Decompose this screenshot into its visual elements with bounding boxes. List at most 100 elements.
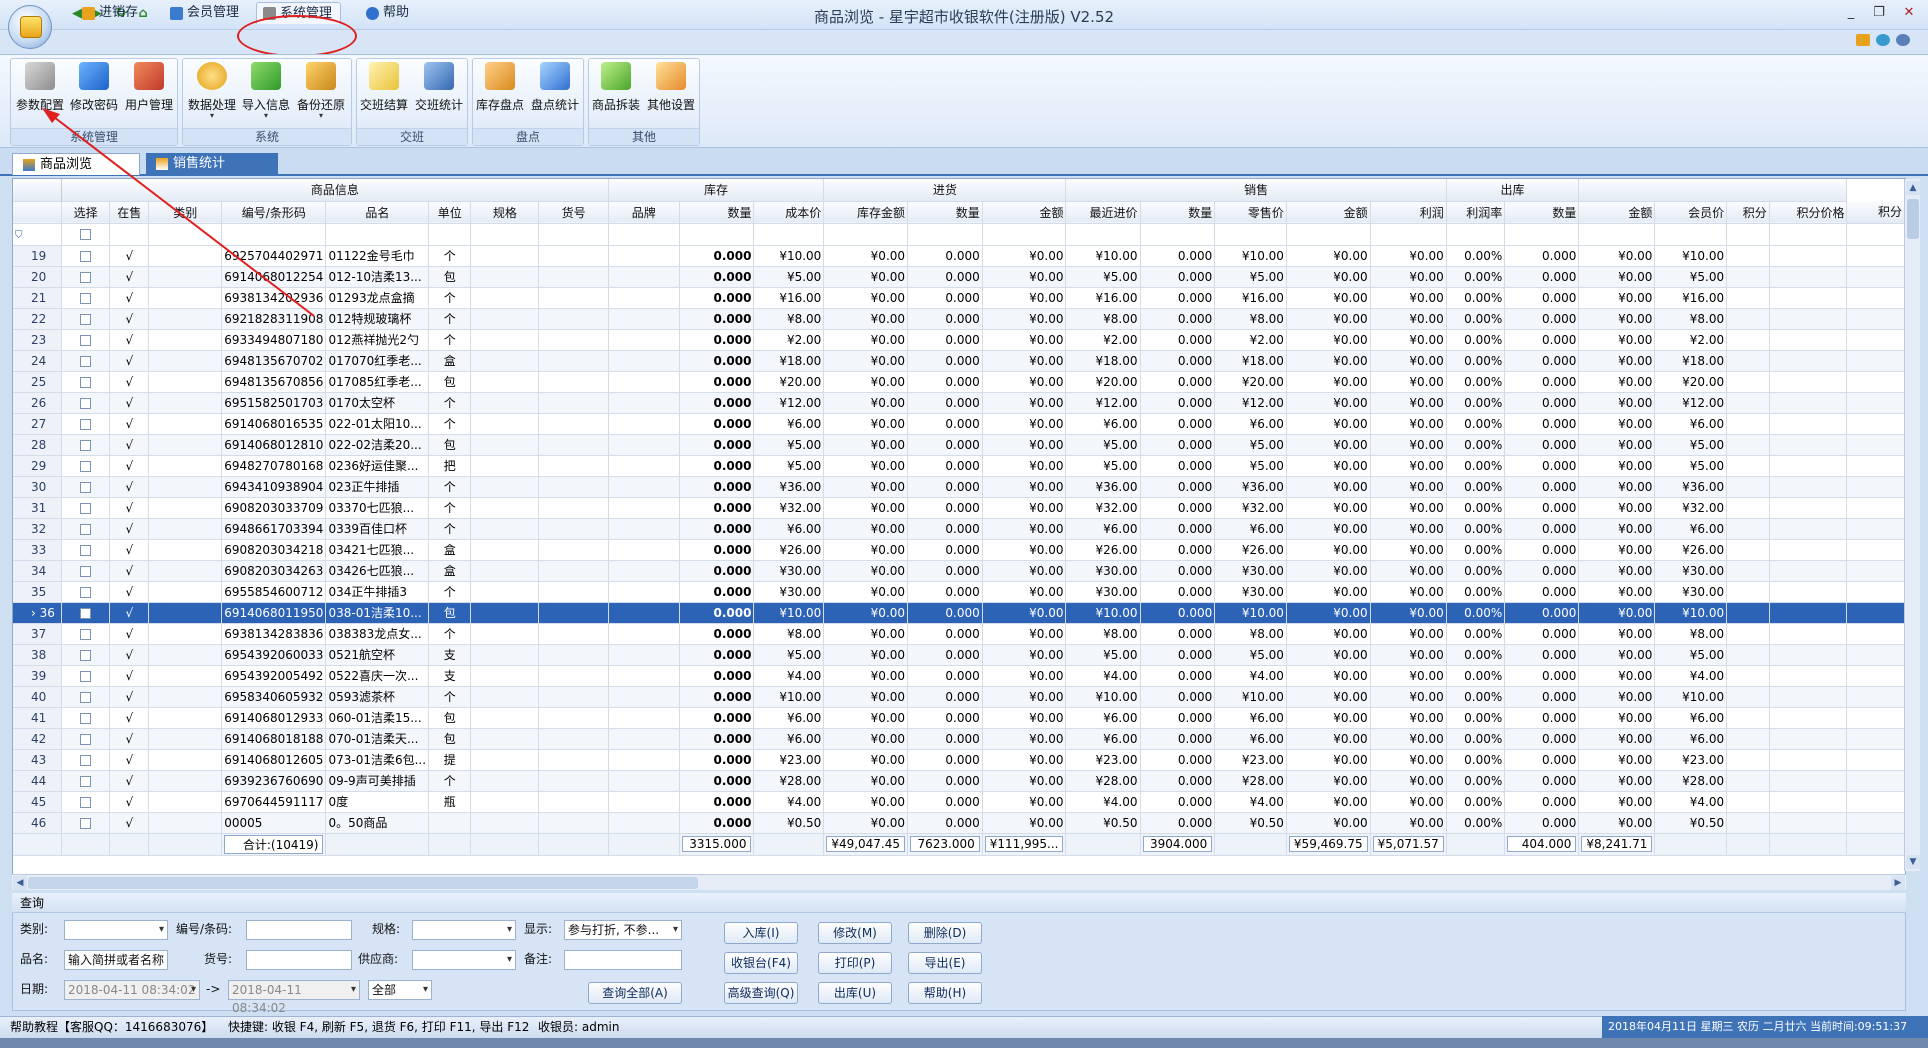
select-checkbox[interactable]	[61, 455, 111, 477]
column-header[interactable]: 类别	[148, 201, 223, 224]
table-row[interactable]: 42 √ 6914068018188 070-01洁柔天... 包 0.000 ¥6.00 ¥…	[13, 728, 1905, 750]
tab-help[interactable]: 帮助	[360, 2, 417, 24]
column-header[interactable]: 利润	[1370, 201, 1447, 224]
tab-sales-statistics[interactable]: 销售统计	[146, 153, 278, 175]
table-row[interactable]: 40 √ 6958340605932 0593滤茶杯个 0.000 ¥10.00 ¥0.00…	[13, 686, 1905, 708]
select-checkbox[interactable]	[61, 245, 111, 267]
tab-inventory[interactable]: 进销存	[76, 2, 146, 24]
row-checkbox[interactable]	[80, 502, 92, 514]
date-from-input[interactable]: 2018-04-11 08:34:02	[64, 980, 200, 1000]
row-checkbox[interactable]	[80, 586, 92, 598]
table-row[interactable]: 21 √ 6938134202936 01293龙点盒摘个 0.000 ¥16.00 ¥0.…	[13, 287, 1905, 309]
row-checkbox[interactable]	[80, 418, 92, 430]
delete-button[interactable]: 删除(D)	[908, 922, 982, 944]
column-header[interactable]: 数量	[1140, 201, 1216, 224]
select-checkbox[interactable]	[61, 497, 111, 519]
row-checkbox[interactable]	[80, 775, 92, 787]
select-checkbox[interactable]	[61, 749, 111, 771]
row-checkbox[interactable]	[80, 481, 92, 493]
select-checkbox[interactable]	[61, 623, 111, 645]
data-processing-button[interactable]: 数据处理 ▾	[186, 62, 238, 122]
select-checkbox[interactable]	[61, 371, 111, 393]
select-checkbox[interactable]	[61, 287, 111, 309]
date-to-input[interactable]: 2018-04-11 08:34:02	[228, 980, 360, 1015]
table-row[interactable]: 31 √ 6908203033709 03370七匹狼... 个 0.000 ¥32.00 ¥…	[13, 497, 1905, 519]
row-checkbox[interactable]	[80, 670, 92, 682]
select-checkbox[interactable]	[61, 812, 111, 834]
row-checkbox[interactable]	[80, 313, 92, 325]
item-no-input[interactable]	[246, 950, 352, 970]
product-split-button[interactable]: 商品拆装	[590, 62, 642, 122]
table-row[interactable]: 43 √ 6914068012605 073-01洁柔6包... 提 0.000 ¥23.0…	[13, 749, 1905, 771]
table-row[interactable]: 35 √ 6955854600712 034正牛排插3 个 0.000 ¥30.00 ¥0.0…	[13, 581, 1905, 603]
export-button[interactable]: 导出(E)	[908, 952, 982, 974]
column-header[interactable]: 金额	[1286, 201, 1371, 224]
table-row[interactable]: 34 √ 6908203034263 03426七匹狼... 盒 0.000 ¥30.00 ¥…	[13, 560, 1905, 582]
name-input[interactable]: 输入简拼或者名称	[64, 950, 168, 970]
select-checkbox[interactable]	[61, 686, 111, 708]
column-header[interactable]: 数量	[1504, 201, 1580, 224]
table-row[interactable]: 44 √ 6939236760690 09-9声可美排插个 0.000 ¥28.00 ¥0.…	[13, 770, 1905, 792]
select-checkbox[interactable]	[61, 308, 111, 330]
row-checkbox[interactable]	[80, 544, 92, 556]
minimize-button[interactable]: _	[1840, 4, 1862, 22]
column-header[interactable]: 最近进价	[1065, 201, 1141, 224]
row-checkbox[interactable]	[80, 649, 92, 661]
select-checkbox[interactable]	[61, 770, 111, 792]
row-checkbox[interactable]	[80, 691, 92, 703]
row-checkbox[interactable]	[80, 334, 92, 346]
column-header[interactable]: 积分	[1726, 201, 1770, 224]
row-checkbox[interactable]	[80, 796, 92, 808]
scroll-up-icon[interactable]: ▲	[1906, 181, 1920, 195]
column-header[interactable]: 成本价	[753, 201, 825, 224]
table-row[interactable]: 26 √ 6951582501703 0170太空杯个 0.000 ¥12.00 ¥0.00…	[13, 392, 1905, 414]
filter-row[interactable]: ⛉	[13, 223, 1905, 246]
user-management-button[interactable]: 用户管理	[122, 62, 176, 122]
app-menu-button[interactable]	[8, 5, 52, 49]
vertical-scroll-thumb[interactable]	[1907, 199, 1919, 239]
stocktake-statistics-button[interactable]: 盘点统计	[528, 62, 582, 122]
column-header[interactable]: 规格	[470, 201, 540, 224]
column-header[interactable]: 积分价格	[1769, 201, 1848, 224]
column-header[interactable]: 金额	[1578, 201, 1656, 224]
other-settings-button[interactable]: 其他设置	[644, 62, 698, 122]
backup-restore-button[interactable]: 备份还原 ▾	[294, 62, 348, 122]
column-header[interactable]: 零售价	[1214, 201, 1287, 224]
column-header[interactable]: 选择	[61, 201, 111, 224]
param-config-button[interactable]: 参数配置	[14, 62, 66, 122]
stock-in-button[interactable]: 入库(I)	[724, 922, 798, 944]
column-header[interactable]: 库存金额	[823, 201, 909, 224]
column-header[interactable]: 数量	[679, 201, 755, 224]
column-header[interactable]: 货号	[538, 201, 609, 224]
print-button[interactable]: 打印(P)	[818, 952, 892, 974]
shift-statistics-button[interactable]: 交班统计	[412, 62, 466, 122]
table-row[interactable]: 39 √ 6954392005492 0522喜庆一次... 支 0.000 ¥4.00 ¥0…	[13, 665, 1905, 687]
row-checkbox[interactable]	[80, 292, 92, 304]
query-all-button[interactable]: 查询全部(A)	[588, 982, 682, 1004]
date-range-select[interactable]: 全部	[368, 980, 432, 1000]
row-checkbox[interactable]	[80, 376, 92, 388]
column-header[interactable]: 单位	[428, 201, 472, 224]
column-header[interactable]: 在售	[109, 201, 150, 224]
column-header[interactable]: 会员价	[1654, 201, 1728, 224]
select-checkbox[interactable]	[61, 266, 111, 288]
row-checkbox[interactable]	[80, 271, 92, 283]
row-checkbox[interactable]	[80, 439, 92, 451]
select-checkbox[interactable]	[61, 560, 111, 582]
select-checkbox[interactable]	[61, 539, 111, 561]
select-checkbox[interactable]	[61, 602, 111, 624]
column-header[interactable]: 品牌	[608, 201, 680, 224]
stocktake-button[interactable]: 库存盘点	[474, 62, 526, 122]
select-checkbox[interactable]	[61, 518, 111, 540]
horizontal-scrollbar[interactable]: ◀ ▶	[12, 874, 1906, 890]
select-checkbox[interactable]	[61, 581, 111, 603]
change-password-button[interactable]: 修改密码	[68, 62, 120, 122]
code-input[interactable]	[246, 920, 352, 940]
table-row[interactable]: 20 √ 6914068012254 012-10洁柔13... 包 0.000 ¥5.00…	[13, 266, 1905, 288]
table-row[interactable]: 22 √ 6921828311908 012特规玻璃杯个 0.000 ¥8.00 ¥0.00…	[13, 308, 1905, 330]
row-checkbox[interactable]	[80, 628, 92, 640]
product-grid[interactable]: 商品信息 库存 进货 销售 出库 选择 在售 类别 编号/条形码 品名 单位 规格 货号 品牌数…	[12, 178, 1906, 890]
table-row[interactable]: 25 √ 6948135670856 017085红季老... 包 0.000 ¥20.00…	[13, 371, 1905, 393]
horizontal-scroll-thumb[interactable]	[28, 877, 698, 889]
select-checkbox[interactable]	[61, 413, 111, 435]
